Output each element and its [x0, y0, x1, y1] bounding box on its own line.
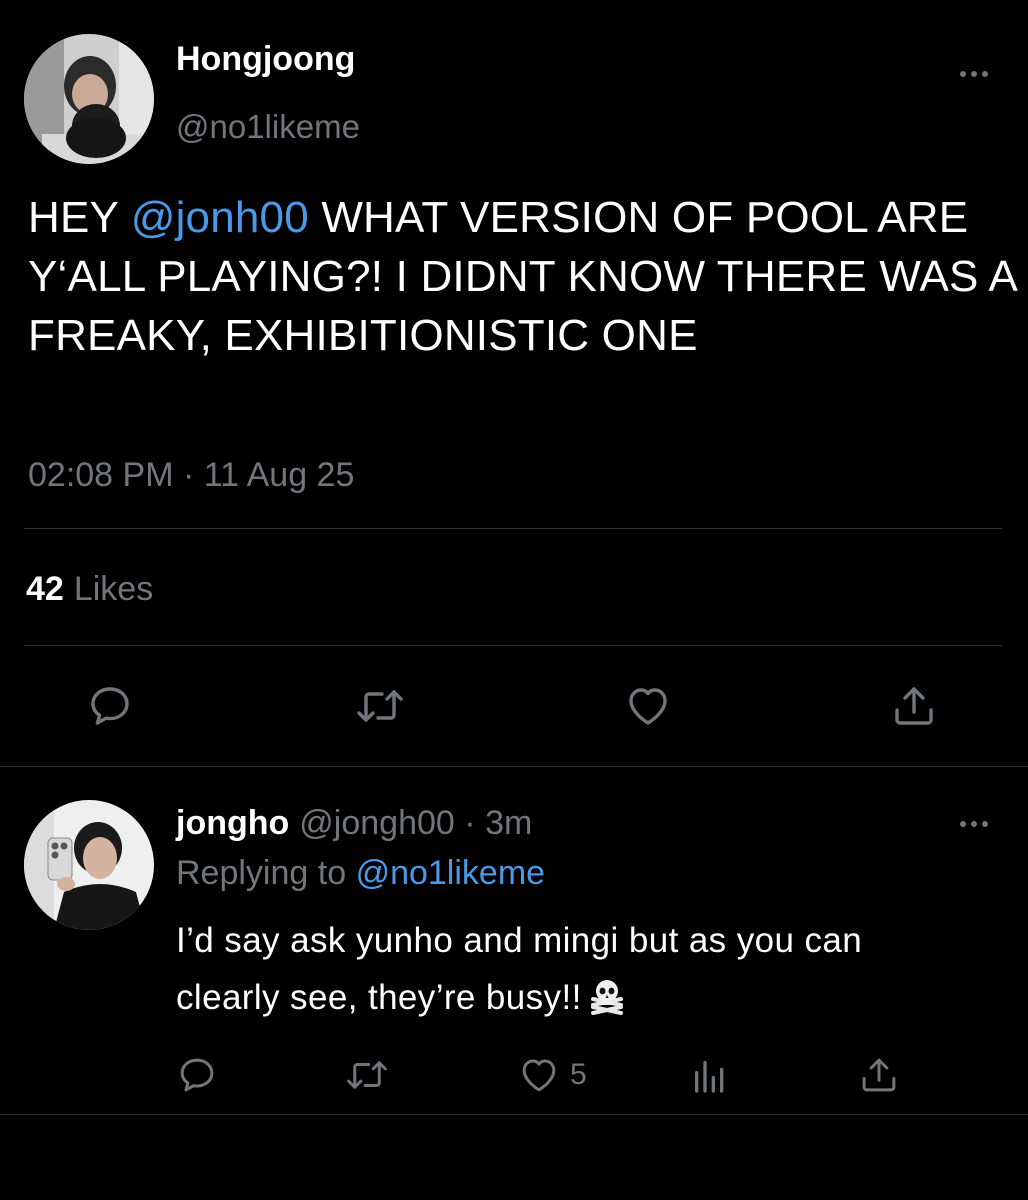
share-icon[interactable] [858, 1054, 900, 1096]
reply-handle[interactable]: @jongh00 [299, 804, 455, 842]
retweet-icon[interactable] [354, 682, 406, 730]
reply-text-line-2: clearly see, they’re busy!! [176, 969, 996, 1032]
reply-text-line: I’d say ask yunho and mingi but as you c… [176, 921, 863, 960]
replying-to-handle[interactable]: @no1likeme [356, 854, 546, 892]
reply-like-count: 5 [570, 1058, 587, 1091]
author-handle[interactable]: @no1likeme [176, 110, 360, 143]
skull-and-crossbones-emoji [588, 975, 626, 1032]
reply-separator: · [464, 804, 476, 842]
tweet-timestamp[interactable]: 02:08 PM · 11 Aug 25 [28, 458, 354, 492]
tweet-mention-link[interactable]: @jonh00 [131, 193, 309, 242]
likes-label: Likes [73, 570, 154, 608]
divider [24, 528, 1002, 529]
tweet-text-start: HEY [28, 193, 131, 242]
reply-bubble-icon[interactable] [86, 682, 134, 730]
reply-bubble-icon[interactable] [176, 1054, 218, 1096]
stats-bars-icon[interactable] [690, 1056, 730, 1096]
reply-header: jongho @jongh00 · 3m [176, 806, 532, 840]
reply-like-button[interactable]: 5 [518, 1054, 587, 1096]
more-horizontal-icon[interactable] [960, 814, 988, 834]
likes-summary[interactable]: 42 Likes [26, 572, 153, 606]
reply-display-name[interactable]: jongho [176, 804, 289, 842]
heart-icon[interactable] [624, 682, 672, 730]
tweet-text: HEY @jonh00 WHAT VERSION OF POOL ARE Y‘A… [28, 188, 1018, 365]
reply-author-avatar[interactable] [24, 800, 154, 930]
author-display-name[interactable]: Hongjoong [176, 42, 355, 76]
share-icon[interactable] [890, 682, 938, 730]
divider [0, 766, 1028, 767]
replying-to-label: Replying to [176, 854, 347, 892]
more-horizontal-icon[interactable] [960, 64, 988, 84]
reply-text: I’d say ask yunho and mingi but as you c… [176, 912, 996, 1032]
replying-to: Replying to @no1likeme [176, 856, 545, 890]
heart-icon [518, 1054, 560, 1096]
reply-text-line-content: clearly see, they’re busy!! [176, 978, 582, 1017]
divider [24, 645, 1002, 646]
divider [0, 1114, 1028, 1115]
reply-time[interactable]: 3m [485, 804, 532, 842]
likes-count: 42 [26, 570, 64, 608]
author-avatar[interactable] [24, 34, 154, 164]
retweet-icon[interactable] [344, 1054, 390, 1096]
